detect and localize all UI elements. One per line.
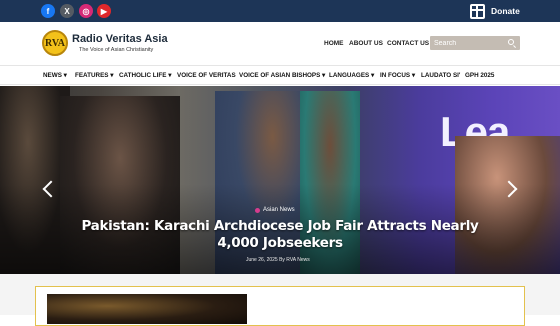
top-bar: f X ◎ ▶ Donate [0,0,560,22]
site-logo[interactable]: RVA [42,30,68,56]
donate-label: Donate [491,6,520,16]
site-tagline: The Voice of Asian Christianity [79,47,154,53]
gift-icon [470,3,485,19]
hero-headline[interactable]: Pakistan: Karachi Archdiocese Job Fair A… [70,218,490,252]
menu-features[interactable]: FEATURES ▾ [75,72,113,79]
hero-category: Asian News [263,207,295,213]
hero-meta: June 26, 2025 By RVA News [246,257,310,263]
main-navigation: NEWS ▾ FEATURES ▾ CATHOLIC LIFE ▾ VOICE … [0,65,560,85]
instagram-icon[interactable]: ◎ [79,4,93,18]
menu-gph-2025[interactable]: GPH 2025 [465,72,494,79]
site-title[interactable]: Radio Veritas Asia [72,33,168,45]
donate-button[interactable]: Donate [470,2,520,20]
menu-voice-of-asian-bishops[interactable]: VOICE OF ASIAN BISHOPS ▾ [239,72,325,79]
menu-news[interactable]: NEWS ▾ [43,72,67,79]
menu-in-focus[interactable]: IN FOCUS ▾ [380,72,415,79]
facebook-icon[interactable]: f [41,4,55,18]
menu-voice-of-veritas[interactable]: VOICE OF VERITAS [177,72,236,79]
x-twitter-icon[interactable]: X [60,4,74,18]
search-icon[interactable] [508,39,514,45]
nav-contact-us[interactable]: CONTACT US [387,40,429,47]
menu-languages[interactable]: LANGUAGES ▾ [329,72,374,79]
category-dot-icon [255,207,260,213]
site-header: RVA Radio Veritas Asia The Voice of Asia… [0,22,560,65]
menu-laudato-si[interactable]: LAUDATO SI' [421,72,460,79]
menu-catholic-life[interactable]: CATHOLIC LIFE ▾ [119,72,171,79]
search-input[interactable] [430,36,504,50]
search-box [430,36,520,50]
featured-card-thumbnail[interactable] [47,294,247,324]
youtube-icon[interactable]: ▶ [97,4,111,18]
nav-about-us[interactable]: ABOUT US [349,40,383,47]
hero-category-badge[interactable]: Asian News [255,207,295,213]
nav-home[interactable]: HOME [324,40,344,47]
